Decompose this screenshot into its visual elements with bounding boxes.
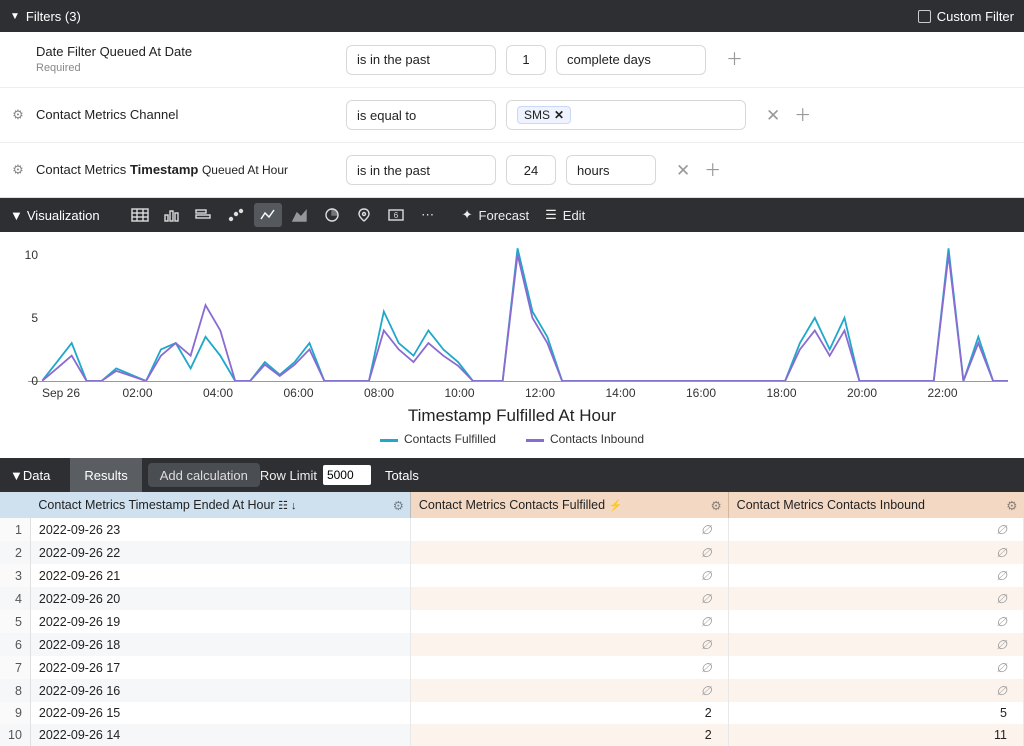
custom-filter-toggle[interactable]: Custom Filter <box>918 9 1014 24</box>
filter-name-label: Contact Metrics Channel <box>36 107 178 122</box>
filter-value-input[interactable]: SMS ✕ <box>506 100 746 130</box>
column-header-inbound[interactable]: Contact Metrics Contacts Inbound ⚙ <box>728 492 1023 518</box>
remove-filter-icon[interactable]: ✕ <box>676 162 690 179</box>
visualization-header[interactable]: ▼ Visualization 6 ⋯ ✦ Forecast ☰ Edit <box>0 198 1024 232</box>
filter-value-input[interactable]: 1 <box>506 45 546 75</box>
filters-title: Filters (3) <box>26 9 81 24</box>
data-title: Data <box>23 468 50 483</box>
filter-operator-select[interactable]: is equal to <box>346 100 496 130</box>
collapse-caret-icon[interactable]: ▼ <box>10 11 20 22</box>
filter-row-channel: ⚙ Contact Metrics Channel is equal to SM… <box>0 88 1024 143</box>
filter-row-timestamp: ⚙ Contact Metrics Timestamp Queued At Ho… <box>0 143 1024 197</box>
filters-header[interactable]: ▼ Filters (3) Custom Filter <box>0 0 1024 32</box>
filter-name-label: Date Filter Queued At Date <box>36 44 336 61</box>
table-row[interactable]: 12022-09-26 23∅∅ <box>0 518 1024 541</box>
table-row[interactable]: 92022-09-26 1525 <box>0 702 1024 724</box>
tab-results[interactable]: Results <box>70 458 141 492</box>
settings-icon: ☰ <box>545 207 557 223</box>
sort-desc-icon[interactable]: ☷ ↓ <box>278 500 296 512</box>
gear-icon[interactable]: ⚙ <box>710 498 721 513</box>
row-limit-input[interactable] <box>323 465 371 485</box>
filter-operator-select[interactable]: is in the past <box>346 155 496 185</box>
viz-type-bar-icon[interactable] <box>190 203 218 227</box>
filter-unit-select[interactable]: hours <box>566 155 656 185</box>
edit-button[interactable]: ☰ Edit <box>545 207 585 223</box>
data-header[interactable]: ▼ Data Results Add calculation Row Limit… <box>0 458 1024 492</box>
chart: 0510 Sep 2602:0004:0006:0008:0010:0012:0… <box>0 232 1024 458</box>
column-header-timestamp[interactable]: Contact Metrics Timestamp Ended At Hour … <box>30 492 410 518</box>
svg-text:6: 6 <box>393 211 398 220</box>
filters-panel: ⚙ Date Filter Queued At Date Required is… <box>0 32 1024 198</box>
remove-filter-icon[interactable]: ✕ <box>766 107 780 124</box>
totals-toggle[interactable]: Totals <box>385 468 419 483</box>
table-row[interactable]: 32022-09-26 21∅∅ <box>0 564 1024 587</box>
table-row[interactable]: 22022-09-26 22∅∅ <box>0 541 1024 564</box>
viz-type-scatter-icon[interactable] <box>222 203 250 227</box>
chart-title: Timestamp Fulfilled At Hour <box>16 406 1008 426</box>
viz-type-line-icon[interactable] <box>254 203 282 227</box>
viz-type-area-icon[interactable] <box>286 203 314 227</box>
custom-filter-label: Custom Filter <box>937 9 1014 24</box>
remove-tag-icon[interactable]: ✕ <box>554 108 564 122</box>
viz-type-single-value-icon[interactable]: 6 <box>382 203 410 227</box>
required-label: Required <box>36 61 336 75</box>
viz-more-icon[interactable]: ⋯ <box>414 203 442 227</box>
filter-name: Contact Metrics Timestamp Queued At Hour <box>36 162 336 179</box>
filter-name: Date Filter Queued At Date Required <box>36 44 336 75</box>
filter-tag[interactable]: SMS ✕ <box>517 106 571 124</box>
filter-name: Contact Metrics Channel <box>36 107 336 124</box>
y-axis: 0510 <box>14 242 38 381</box>
chart-legend: Contacts FulfilledContacts Inbound <box>16 432 1008 446</box>
forecast-button[interactable]: ✦ Forecast <box>462 207 529 223</box>
table-row[interactable]: 42022-09-26 20∅∅ <box>0 587 1024 610</box>
measure-icon: ⚡ <box>609 500 623 512</box>
viz-type-pie-icon[interactable] <box>318 203 346 227</box>
add-calculation-button[interactable]: Add calculation <box>148 463 260 487</box>
chart-plot <box>42 242 1008 381</box>
forecast-icon: ✦ <box>462 207 473 223</box>
filter-row-date: ⚙ Date Filter Queued At Date Required is… <box>0 32 1024 88</box>
collapse-caret-icon[interactable]: ▼ <box>10 468 23 483</box>
table-row[interactable]: 72022-09-26 17∅∅ <box>0 656 1024 679</box>
table-row[interactable]: 52022-09-26 19∅∅ <box>0 610 1024 633</box>
filter-operator-select[interactable]: is in the past <box>346 45 496 75</box>
viz-type-table-icon[interactable] <box>126 203 154 227</box>
totals-label: Totals <box>385 468 419 483</box>
column-header-fulfilled[interactable]: Contact Metrics Contacts Fulfilled ⚡ ⚙ <box>410 492 728 518</box>
add-filter-icon[interactable]: ＋ <box>726 51 743 68</box>
results-table: Contact Metrics Timestamp Ended At Hour … <box>0 492 1024 746</box>
add-filter-icon[interactable]: ＋ <box>704 162 721 179</box>
table-row[interactable]: 82022-09-26 16∅∅ <box>0 679 1024 702</box>
x-axis: Sep 2602:0004:0006:0008:0010:0012:0014:0… <box>42 386 1008 400</box>
gear-icon[interactable]: ⚙ <box>1006 498 1017 513</box>
table-row[interactable]: 102022-09-26 14211 <box>0 724 1024 746</box>
visualization-title: Visualization <box>27 208 100 223</box>
gear-icon[interactable]: ⚙ <box>10 162 26 178</box>
viz-type-map-icon[interactable] <box>350 203 378 227</box>
gear-icon[interactable]: ⚙ <box>393 498 404 513</box>
row-limit-label: Row Limit <box>260 468 317 483</box>
checkbox-icon <box>918 10 931 23</box>
table-row[interactable]: 62022-09-26 18∅∅ <box>0 633 1024 656</box>
filter-value-input[interactable]: 24 <box>506 155 556 185</box>
gear-icon[interactable]: ⚙ <box>10 107 26 123</box>
collapse-caret-icon[interactable]: ▼ <box>10 208 23 223</box>
add-filter-icon[interactable]: ＋ <box>794 107 811 124</box>
filter-unit-select[interactable]: complete days <box>556 45 706 75</box>
row-number-header <box>0 492 30 518</box>
viz-type-column-icon[interactable] <box>158 203 186 227</box>
